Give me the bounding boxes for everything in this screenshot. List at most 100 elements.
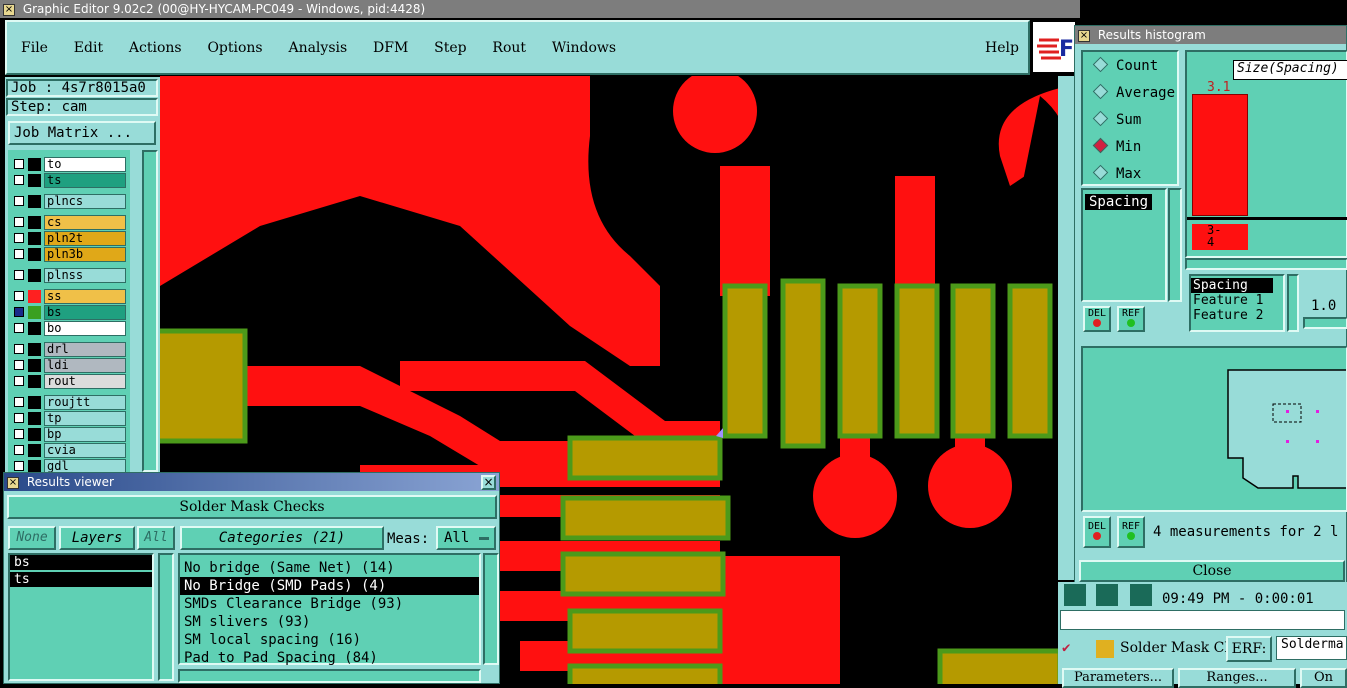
toolbar-icon[interactable] [1096, 584, 1118, 606]
menu-help[interactable]: Help [985, 40, 1019, 56]
layer-checkbox[interactable] [14, 175, 24, 185]
erf-button[interactable]: ERF: [1226, 636, 1272, 662]
checklist-name[interactable]: Solder Mask Ch [1120, 640, 1233, 656]
meas-dropdown[interactable]: All [436, 526, 496, 550]
category-item[interactable]: Pad to Pad Spacing (84) [180, 649, 479, 667]
layer-checkbox[interactable] [14, 413, 24, 423]
layer-checkbox[interactable] [14, 429, 24, 439]
ref-button[interactable]: REF [1117, 306, 1145, 332]
layer-row-ts[interactable]: ts [10, 173, 128, 188]
layer-row-cvia[interactable]: cvia [10, 443, 128, 458]
layer-checkbox[interactable] [14, 360, 24, 370]
list-item[interactable]: Spacing [1191, 278, 1273, 293]
layer-checkbox[interactable] [14, 291, 24, 301]
layer-row-pln2t[interactable]: pln2t [10, 231, 128, 246]
layer-checkbox[interactable] [14, 323, 24, 333]
radio-average[interactable]: Average [1092, 83, 1177, 112]
layer-checkbox[interactable] [14, 270, 24, 280]
categories-button[interactable]: Categories (21) [180, 526, 384, 550]
menu-step[interactable]: Step [434, 40, 466, 56]
radio-min[interactable]: Min [1092, 137, 1177, 166]
layer-row-cs[interactable]: cs [10, 215, 128, 230]
close-button[interactable]: Close [1079, 560, 1345, 582]
del-button[interactable]: DEL [1083, 306, 1111, 332]
measure-list-scrollbar[interactable] [1168, 188, 1182, 302]
parameters-button[interactable]: Parameters... [1062, 668, 1174, 688]
layer-checkbox[interactable] [14, 159, 24, 169]
layers-button[interactable]: Layers [59, 526, 135, 550]
job-matrix-button[interactable]: Job Matrix ... [8, 121, 156, 145]
layer-row-to[interactable]: to [10, 157, 128, 172]
layer-checkbox[interactable] [14, 249, 24, 259]
list-item[interactable]: Feature 2 [1191, 308, 1283, 323]
layer-row-ss[interactable]: ss [10, 289, 128, 304]
none-button[interactable]: None [8, 526, 56, 550]
list-item[interactable]: bs [10, 555, 152, 570]
toolbar-icon[interactable] [1130, 584, 1152, 606]
toolbar-icon[interactable] [1064, 584, 1086, 606]
histogram-bar[interactable] [1192, 94, 1248, 216]
erf-value[interactable]: Solderma [1276, 636, 1347, 660]
menu-actions[interactable]: Actions [129, 40, 182, 56]
del-button-2[interactable]: DEL [1083, 516, 1111, 548]
layer-checkbox[interactable] [14, 233, 24, 243]
menu-analysis[interactable]: Analysis [288, 40, 347, 56]
ranges-button[interactable]: Ranges... [1178, 668, 1296, 688]
checklist-bar: ✔ Solder Mask Ch ERF: Solderma Parameter… [1058, 634, 1347, 688]
layer-checkbox[interactable] [14, 397, 24, 407]
layer-checkbox[interactable] [14, 217, 24, 227]
menu-options[interactable]: Options [207, 40, 262, 56]
attribute-list-scrollbar[interactable] [1287, 274, 1299, 332]
status-input[interactable] [1060, 610, 1345, 630]
radio-sum[interactable]: Sum [1092, 110, 1177, 139]
ref-button-2[interactable]: REF [1117, 516, 1145, 548]
layer-list-scrollbar[interactable] [142, 150, 158, 472]
menu-file[interactable]: File [21, 40, 48, 56]
histogram-h-scrollbar[interactable] [1185, 258, 1347, 270]
layer-row-bp[interactable]: bp [10, 427, 128, 442]
menu-windows[interactable]: Windows [552, 40, 616, 56]
attribute-list[interactable]: Spacing Feature 1 Feature 2 [1189, 274, 1285, 332]
close-icon[interactable]: × [3, 3, 15, 16]
category-item[interactable]: No Bridge (SMD Pads) (4) [180, 577, 479, 595]
layer-result-scrollbar[interactable] [158, 553, 174, 681]
category-scrollbar[interactable] [483, 553, 499, 665]
list-item[interactable]: Spacing [1085, 194, 1153, 210]
layer-result-list[interactable]: bs ts [8, 553, 154, 681]
close-icon[interactable]: × [1078, 29, 1090, 42]
list-item[interactable]: Feature 1 [1191, 293, 1283, 308]
layer-row-plncs[interactable]: plncs [10, 194, 128, 209]
layer-row-bs[interactable]: bs [10, 305, 128, 320]
layer-row-roujtt[interactable]: roujtt [10, 395, 128, 410]
layer-checkbox[interactable] [14, 196, 24, 206]
category-list[interactable]: No bridge (Same Net) (14) No Bridge (SMD … [178, 553, 481, 667]
category-item[interactable]: SM slivers (93) [180, 613, 479, 631]
category-item[interactable]: SMDs Clearance Bridge (93) [180, 595, 479, 613]
menu-dfm[interactable]: DFM [373, 40, 408, 56]
layer-row-plnss[interactable]: plnss [10, 268, 128, 283]
layer-row-drl[interactable]: drl [10, 342, 128, 357]
list-item[interactable]: ts [10, 572, 152, 587]
category-h-scrollbar[interactable] [178, 669, 481, 683]
layer-checkbox[interactable] [14, 307, 24, 317]
layer-row-rout[interactable]: rout [10, 374, 128, 389]
all-layers-button[interactable]: All [137, 526, 175, 550]
scale-slider[interactable] [1303, 317, 1347, 329]
measure-list[interactable]: Spacing [1081, 188, 1167, 302]
menu-edit[interactable]: Edit [74, 40, 103, 56]
layer-row-tp[interactable]: tp [10, 411, 128, 426]
on-button[interactable]: On [1300, 668, 1347, 688]
category-item[interactable]: SM local spacing (16) [180, 631, 479, 649]
category-item[interactable]: No bridge (Same Net) (14) [180, 559, 479, 577]
radio-count[interactable]: Count [1092, 56, 1177, 85]
layer-checkbox[interactable] [14, 376, 24, 386]
layer-checkbox[interactable] [14, 445, 24, 455]
close-icon[interactable]: × [7, 476, 19, 489]
layer-checkbox[interactable] [14, 344, 24, 354]
layer-row-pln3b[interactable]: pln3b [10, 247, 128, 262]
menu-rout[interactable]: Rout [492, 40, 526, 56]
close-window-button[interactable]: × [481, 475, 496, 490]
layer-row-ldi[interactable]: ldi [10, 358, 128, 373]
layer-row-bo[interactable]: bo [10, 321, 128, 336]
layer-checkbox[interactable] [14, 461, 24, 471]
